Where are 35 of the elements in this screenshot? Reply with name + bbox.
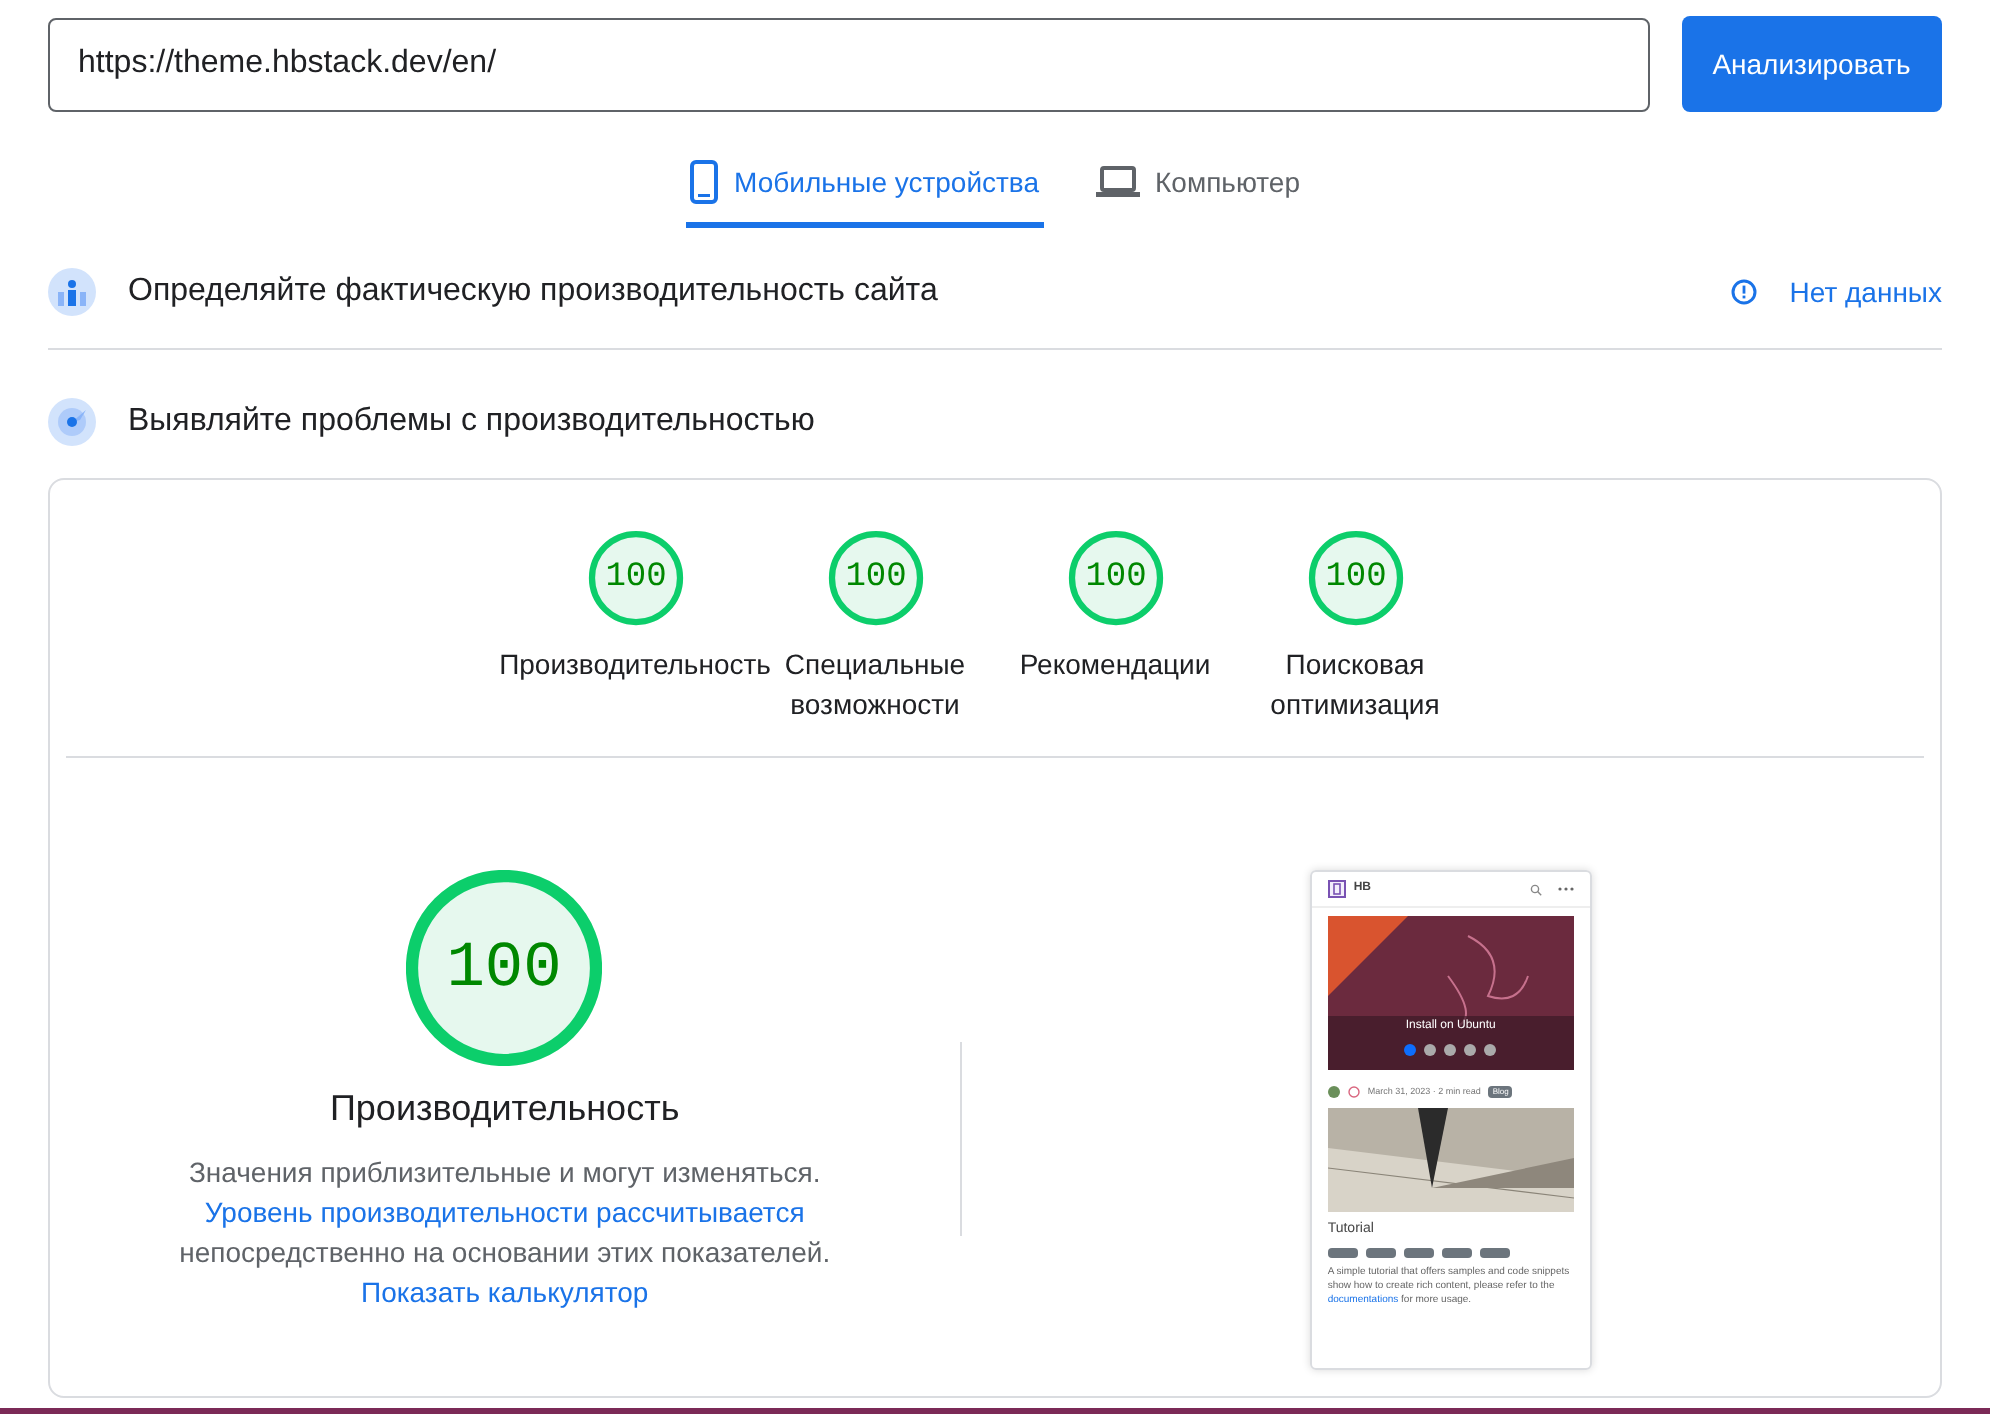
category-label[interactable]: Производительность xyxy=(499,644,771,684)
section-title: Определяйте фактическую производительность сайта xyxy=(128,272,940,312)
logo-icon xyxy=(1327,880,1346,898)
text-link[interactable]: Показать калькулятор xyxy=(361,1276,649,1308)
category-label[interactable]: Специальные возможности xyxy=(779,644,971,724)
calendar-icon xyxy=(1347,1086,1360,1099)
score-gauge: 100 xyxy=(585,528,685,628)
phone-icon xyxy=(690,160,718,204)
lab-data-icon xyxy=(48,398,96,446)
search-icon xyxy=(1529,883,1542,895)
tag-pill[interactable] xyxy=(1327,1248,1358,1259)
tag-pill[interactable] xyxy=(1365,1248,1396,1259)
analyze-button[interactable]: Анализировать xyxy=(1681,16,1942,112)
category-label[interactable]: Рекомендации xyxy=(1019,644,1211,684)
laptop-icon xyxy=(1095,166,1140,198)
avatar-icon xyxy=(1327,1086,1340,1099)
device-tab[interactable]: Мобильные устройства xyxy=(686,144,1044,228)
text-link[interactable]: Уровень производительности рассчитывается xyxy=(204,1196,805,1228)
tag-pill[interactable] xyxy=(1441,1248,1472,1259)
score-gauge: 100 xyxy=(406,870,603,1066)
score-gauge: 100 xyxy=(825,528,925,628)
url-field[interactable]: https://theme.hbstack.dev/en/ xyxy=(48,17,1650,111)
category-label[interactable]: Поисковая оптимизация xyxy=(1259,644,1451,724)
device-tab[interactable]: Компьютер xyxy=(1091,144,1304,228)
more-icon xyxy=(1557,886,1574,892)
info-icon xyxy=(1729,278,1758,306)
score-gauge: 100 xyxy=(1305,528,1405,628)
field-data-icon xyxy=(48,268,96,316)
description-text: Значения приблизительные и могут изменяться. Уровень производительности рассчитывается непосредственно на основании этих показателей. Показать калькулятор xyxy=(177,1154,833,1312)
tag-pill[interactable] xyxy=(1479,1248,1510,1259)
no-data-link[interactable]: Нет данных xyxy=(1789,271,1942,313)
score-gauge: 100 xyxy=(1065,528,1165,628)
section-title: Выявляйте проблемы с производительностью xyxy=(128,402,815,442)
tag-pill[interactable] xyxy=(1403,1248,1434,1259)
performance-title: Производительность xyxy=(329,1086,680,1132)
